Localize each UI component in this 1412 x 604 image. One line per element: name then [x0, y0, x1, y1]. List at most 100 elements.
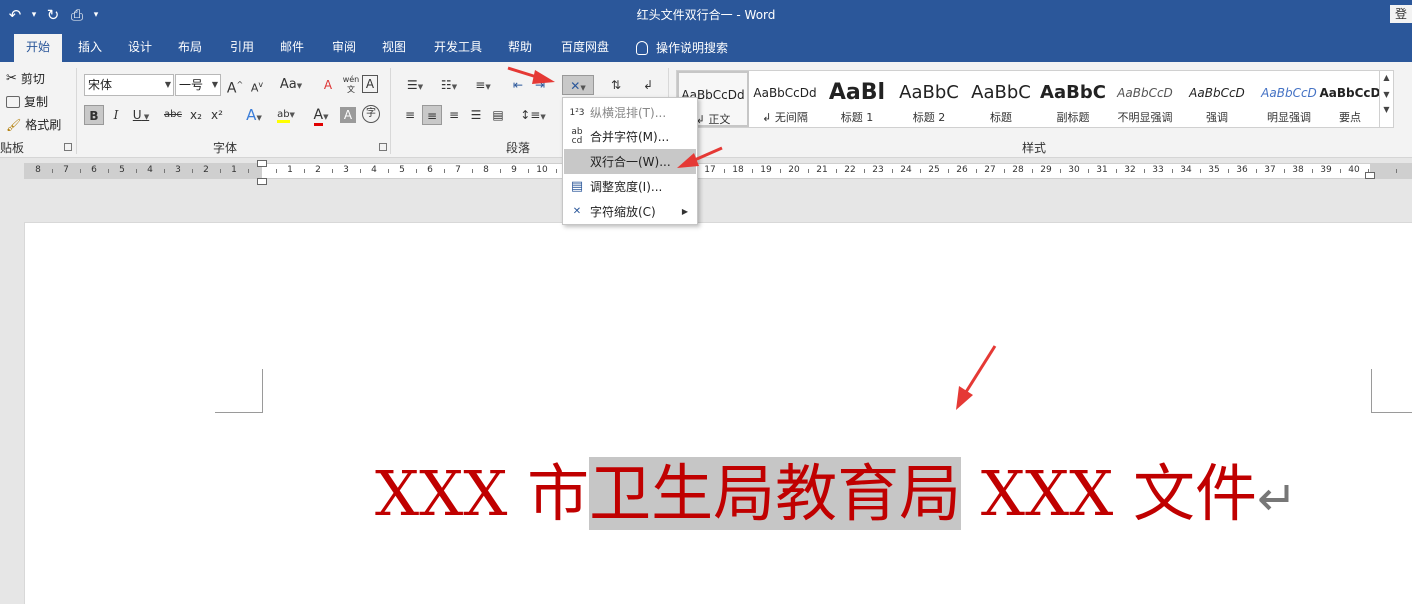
multilevel-list-button[interactable]: ≡▼: [468, 75, 498, 95]
tab-view[interactable]: 视图: [376, 34, 412, 62]
subscript-button[interactable]: x₂: [186, 105, 206, 125]
document-page[interactable]: XXX 市卫生局教育局 XXX 文件↵: [24, 222, 1412, 604]
line-spacing-icon: ↕≡: [520, 108, 541, 122]
grow-font-icon: A: [226, 80, 237, 97]
enclose-char-button[interactable]: 字: [362, 105, 380, 123]
menu-item-fit-text[interactable]: ▤ 调整宽度(I)...: [564, 174, 696, 199]
group-divider: [390, 68, 391, 154]
format-painter-label: 格式刷: [25, 118, 62, 132]
chinese-layout-button[interactable]: ✕▼: [562, 75, 594, 95]
style-sample: AaBbCcD: [1261, 86, 1317, 100]
strikethrough-button[interactable]: abc: [162, 105, 184, 125]
change-case-button[interactable]: Aa▼: [276, 75, 306, 95]
font-color-button[interactable]: A▼: [306, 105, 336, 126]
chevron-down-icon[interactable]: ▼: [1380, 90, 1393, 99]
line-spacing-button[interactable]: ↕≡▼: [518, 105, 548, 125]
tab-references[interactable]: 引用: [224, 34, 260, 62]
style-label: 标题 1: [840, 111, 874, 124]
style-heading-1[interactable]: AaBl 标题 1: [821, 71, 893, 127]
ruler-number: 3: [343, 165, 349, 175]
menu-item-two-lines-in-one[interactable]: 双行合一(W)...: [564, 149, 696, 174]
shrink-font-button[interactable]: Av: [247, 75, 267, 95]
bold-button[interactable]: B: [84, 105, 104, 125]
style-label: 不明显强调: [1117, 111, 1173, 124]
text-effects-button[interactable]: A▼: [240, 105, 268, 125]
tab-layout[interactable]: 布局: [172, 34, 208, 62]
phonetic-guide-icon: wén: [342, 75, 360, 84]
tab-developer[interactable]: 开发工具: [428, 34, 488, 62]
grow-font-button[interactable]: A^: [225, 75, 245, 97]
cut-button[interactable]: ✂ 剪切: [6, 70, 45, 87]
chevron-up-icon[interactable]: ▲: [1380, 73, 1393, 82]
justify-button[interactable]: ☰: [466, 105, 486, 125]
tab-review[interactable]: 审阅: [326, 34, 362, 62]
style-intense-emphasis[interactable]: AaBbCcD 明显强调: [1253, 71, 1325, 127]
phonetic-guide-button[interactable]: wén 文: [341, 75, 361, 95]
char-border-button[interactable]: A: [362, 75, 378, 93]
decrease-indent-button[interactable]: ⇤: [508, 75, 528, 95]
paragraph-group-label: 段落: [506, 141, 531, 155]
tab-home[interactable]: 开始: [14, 34, 62, 62]
clear-formatting-button[interactable]: A: [318, 75, 338, 95]
style-heading-2[interactable]: AaBbC 标题 2: [893, 71, 965, 127]
document-heading-line[interactable]: XXX 市卫生局教育局 XXX 文件↵: [375, 443, 1297, 533]
highlight-color-button[interactable]: ab▼: [270, 105, 302, 125]
style-subtle-emphasis[interactable]: AaBbCcD 不明显强调: [1109, 71, 1181, 127]
font-size-select[interactable]: 一号 ▼: [175, 74, 221, 96]
char-shading-button[interactable]: A: [340, 107, 356, 123]
first-line-indent-marker[interactable]: [257, 160, 267, 167]
distributed-button[interactable]: ▤: [488, 105, 508, 125]
superscript-button[interactable]: x²: [207, 105, 227, 125]
style-sample: AaBbCcD: [1319, 86, 1381, 100]
format-painter-button[interactable]: 🖌 格式刷: [6, 116, 61, 133]
style-no-spacing[interactable]: AaBbCcDd ↲ 无间隔: [749, 71, 821, 127]
ruler-number: 28: [1012, 165, 1024, 175]
ruler-number: 22: [844, 165, 856, 175]
ruler-tick: [276, 169, 277, 173]
change-case-icon: Aa: [279, 77, 297, 92]
tab-design[interactable]: 设计: [122, 34, 158, 62]
left-indent-marker[interactable]: [257, 178, 267, 185]
increase-indent-button[interactable]: ⇥: [530, 75, 550, 95]
ruler-tick: [472, 169, 473, 173]
style-strong[interactable]: AaBbCcD 要点: [1319, 71, 1381, 127]
selected-text[interactable]: 卫生局教育局: [589, 457, 962, 530]
right-indent-marker[interactable]: [1365, 172, 1375, 179]
tell-me-search[interactable]: 操作说明搜索: [636, 34, 728, 62]
heading-text-after: XXX 文件: [961, 457, 1257, 530]
fit-text-icon: ▤: [570, 179, 584, 194]
login-button[interactable]: 登: [1390, 5, 1412, 23]
menu-item-vertical-horizontal[interactable]: 1²3 纵横混排(T)...: [564, 100, 696, 125]
style-emphasis[interactable]: AaBbCcD 强调: [1181, 71, 1253, 127]
sort-button[interactable]: ⇅: [606, 75, 626, 95]
menu-item-label: 字符缩放(C): [590, 205, 656, 219]
ruler-tick: [1396, 169, 1397, 173]
menu-item-combine-characters[interactable]: ab cd 合并字符(M)...: [564, 124, 696, 149]
align-right-button[interactable]: ≡: [444, 105, 464, 125]
align-center-button[interactable]: ≡: [422, 105, 442, 125]
font-launcher-icon[interactable]: [379, 143, 387, 151]
align-left-button[interactable]: ≡: [400, 105, 420, 125]
style-name: ↲ 无间隔: [749, 109, 821, 125]
ruler-tick: [920, 169, 921, 173]
more-styles-icon[interactable]: ▼: [1380, 105, 1393, 114]
horizontal-ruler[interactable]: 8765432112345678910161718192021222324252…: [24, 163, 1412, 179]
tab-baidu-netdisk[interactable]: 百度网盘: [554, 34, 616, 62]
gallery-scroll[interactable]: ▲ ▼ ▼: [1379, 71, 1393, 127]
font-name-select[interactable]: 宋体 ▼: [84, 74, 174, 96]
bullets-button[interactable]: ☰▼: [400, 75, 430, 95]
clipboard-group-label: 贴板: [0, 141, 25, 155]
copy-button[interactable]: 复制: [6, 93, 48, 110]
style-title[interactable]: AaBbC 标题: [965, 71, 1037, 127]
tab-insert[interactable]: 插入: [72, 34, 108, 62]
style-subtitle[interactable]: AaBbC 副标题: [1037, 71, 1109, 127]
show-marks-button[interactable]: ↲: [638, 75, 658, 95]
numbered-list-icon: ☷: [440, 78, 452, 92]
underline-button[interactable]: U ▼: [128, 105, 154, 125]
tab-help[interactable]: 帮助: [502, 34, 538, 62]
numbering-button[interactable]: ☷▼: [434, 75, 464, 95]
italic-button[interactable]: I: [106, 105, 126, 125]
menu-item-character-scaling[interactable]: ✕ 字符缩放(C) ▶: [564, 199, 696, 224]
tab-mailings[interactable]: 邮件: [274, 34, 310, 62]
clipboard-launcher-icon[interactable]: [64, 143, 72, 151]
